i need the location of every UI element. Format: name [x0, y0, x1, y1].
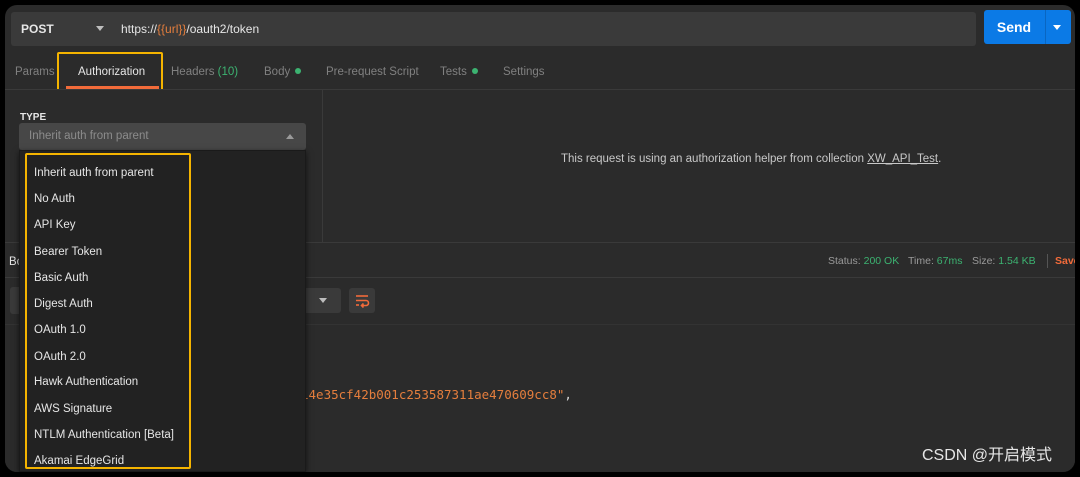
- auth-options-highlight-box: [25, 153, 191, 469]
- auth-type-select[interactable]: Inherit auth from parent: [19, 123, 306, 150]
- response-size: Size: 1.54 KB: [972, 243, 1036, 279]
- tab-settings[interactable]: Settings: [503, 53, 545, 89]
- wrap-lines-button[interactable]: [349, 288, 375, 313]
- response-status: Status: 200 OK: [828, 243, 899, 279]
- send-divider: [1045, 10, 1046, 44]
- tab-tests[interactable]: Tests: [440, 53, 478, 89]
- url-suffix: /oauth2/token: [186, 22, 260, 36]
- auth-type-selected: Inherit auth from parent: [29, 130, 149, 142]
- tab-params-label: Params: [15, 66, 55, 78]
- tab-body[interactable]: Body: [264, 53, 302, 89]
- response-code-line: 14e35cf42b001c253587311ae470609cc8",: [301, 387, 572, 402]
- time-label: Time:: [908, 255, 934, 267]
- status-label: Status:: [828, 255, 861, 267]
- tab-pre-request-script[interactable]: Pre-request Script: [326, 53, 419, 89]
- request-tabs: Params Authorization Headers (10) Body P…: [5, 53, 1075, 89]
- auth-helper-message: This request is using an authorization h…: [561, 153, 941, 165]
- request-url-bar: POST https://{{url}}/oauth2/token: [11, 12, 976, 46]
- status-value: 200 OK: [863, 255, 900, 267]
- method-label: POST: [21, 22, 54, 36]
- wrap-lines-icon: [356, 295, 370, 309]
- send-label: Send: [996, 19, 1032, 35]
- csdn-watermark: CSDN @开启模式: [922, 447, 1053, 464]
- chevron-up-icon: [286, 134, 294, 139]
- tab-params[interactable]: Params: [15, 53, 55, 89]
- collection-link[interactable]: XW_API_Test: [867, 153, 938, 165]
- chevron-down-icon: [319, 298, 327, 303]
- postman-window: POST https://{{url}}/oauth2/token Send P…: [5, 5, 1075, 472]
- send-button[interactable]: Send: [984, 10, 1071, 44]
- tab-body-label: Body: [264, 66, 291, 78]
- time-value: 67ms: [936, 255, 963, 267]
- url-variable: {{url}}: [157, 22, 187, 36]
- size-value: 1.54 KB: [998, 255, 1036, 267]
- tab-settings-label: Settings: [503, 66, 545, 78]
- save-response-button[interactable]: Save: [1055, 243, 1075, 279]
- tab-tests-label: Tests: [440, 66, 467, 78]
- url-prefix: https://: [121, 22, 158, 36]
- auth-message-prefix: This request is using an authorization h…: [561, 153, 868, 165]
- size-label: Size:: [972, 255, 996, 267]
- code-string: 14e35cf42b001c253587311ae470609cc8": [301, 387, 565, 402]
- tests-indicator-dot: [471, 67, 478, 74]
- method-select[interactable]: POST: [11, 12, 111, 46]
- url-input[interactable]: https://{{url}}/oauth2/token: [121, 12, 259, 46]
- tab-pre-request-label: Pre-request Script: [326, 66, 419, 78]
- response-time: Time: 67ms: [908, 243, 962, 279]
- auth-type-label: TYPE: [20, 112, 47, 123]
- headers-count: (10): [217, 66, 239, 78]
- code-punct: ,: [564, 387, 572, 402]
- tab-headers-label: Headers: [171, 66, 215, 78]
- tab-headers[interactable]: Headers (10): [171, 53, 238, 89]
- send-options-chevron-icon[interactable]: [1053, 25, 1061, 30]
- save-divider: [1047, 254, 1048, 268]
- auth-message-suffix: .: [938, 153, 942, 165]
- format-dropdown[interactable]: [301, 288, 341, 313]
- screenshot-frame: POST https://{{url}}/oauth2/token Send P…: [0, 0, 1080, 477]
- body-indicator-dot: [295, 67, 302, 74]
- chevron-down-icon: [96, 26, 104, 31]
